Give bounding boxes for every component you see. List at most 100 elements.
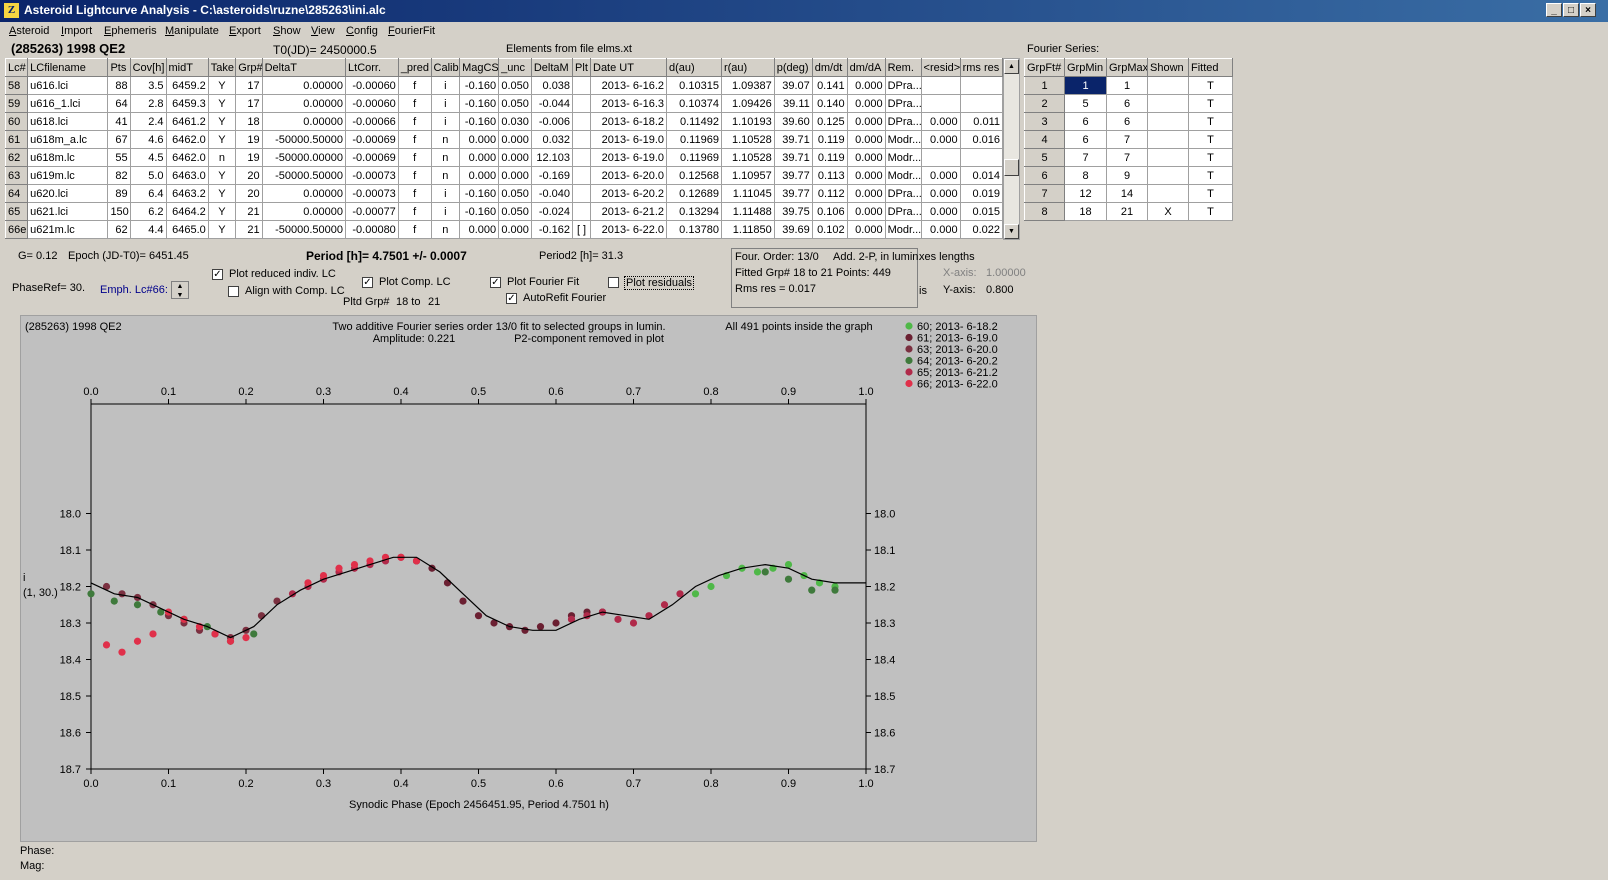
row-header-cell[interactable]: 59 [4, 94, 29, 113]
table-cell[interactable]: 150 [107, 202, 131, 221]
table-cell[interactable] [959, 76, 1004, 95]
row-header-cell[interactable]: 5 [1024, 148, 1065, 167]
row-header-cell[interactable]: 3 [1024, 112, 1065, 131]
data-point[interactable] [784, 561, 793, 569]
col-header[interactable]: Cov[h] [129, 58, 167, 77]
table-cell[interactable] [572, 148, 591, 167]
table-cell[interactable]: 21 [235, 202, 263, 221]
table-cell[interactable]: 2013- 6-19.0 [589, 130, 668, 149]
col-header[interactable]: Calib. [430, 58, 461, 77]
table-cell[interactable]: 12 [1064, 184, 1107, 203]
data-point[interactable] [521, 626, 529, 634]
data-point[interactable] [350, 561, 359, 569]
table-cell[interactable]: 0.000 [846, 130, 886, 149]
table-cell[interactable]: n [430, 148, 461, 167]
table-cell[interactable]: 8 [1064, 166, 1107, 185]
table-cell[interactable]: f [397, 94, 432, 113]
menu-import[interactable]: Import [61, 25, 92, 37]
table-cell[interactable]: -0.00069 [345, 130, 399, 149]
table-cell[interactable]: -0.162 [530, 220, 574, 239]
table-cell[interactable]: 82 [107, 166, 131, 185]
table-cell[interactable]: Y [207, 166, 237, 185]
table-cell[interactable]: 1.09426 [720, 94, 775, 113]
table-cell[interactable]: Y [207, 130, 237, 149]
table-cell[interactable]: u618m.lc [27, 148, 109, 167]
table-cell[interactable]: -0.00077 [345, 202, 399, 221]
table-cell[interactable]: u616_1.lci [27, 94, 109, 113]
col-header[interactable]: Lc# [4, 58, 29, 77]
maximize-button[interactable]: □ [1563, 3, 1579, 17]
table-cell[interactable]: f [397, 148, 432, 167]
table-cell[interactable]: 6463.2 [165, 184, 209, 203]
row-header-cell[interactable]: 58 [4, 76, 29, 95]
data-point[interactable] [118, 590, 126, 598]
table-cell[interactable]: 2013- 6-16.2 [589, 76, 668, 95]
table-cell[interactable]: 1.10957 [720, 166, 775, 185]
table-cell[interactable]: 3.5 [129, 76, 167, 95]
align-comp-checkbox[interactable] [228, 286, 239, 297]
table-cell[interactable]: 0.019 [959, 184, 1004, 203]
col-header[interactable]: LtCorr. [345, 58, 399, 77]
table-cell[interactable]: u621m.lc [27, 220, 109, 239]
table-cell[interactable]: Modr... [884, 130, 922, 149]
table-cell[interactable]: 9 [1106, 166, 1148, 185]
table-cell[interactable]: T [1188, 148, 1233, 167]
row-header-cell[interactable]: 64 [4, 184, 29, 203]
table-cell[interactable] [1147, 184, 1189, 203]
table-cell[interactable]: 6462.0 [165, 148, 209, 167]
table-cell[interactable]: f [397, 112, 432, 131]
table-cell[interactable]: T [1188, 184, 1233, 203]
table-cell[interactable]: 0.000 [846, 202, 886, 221]
data-point[interactable] [536, 623, 545, 631]
table-cell[interactable] [1147, 166, 1189, 185]
table-row[interactable]: 577T [1024, 148, 1233, 167]
spin-up-icon[interactable]: ▲ [172, 282, 188, 291]
table-cell[interactable]: Y [207, 184, 237, 203]
table-cell[interactable]: 6459.3 [165, 94, 209, 113]
table-cell[interactable]: X [1147, 202, 1189, 221]
table-cell[interactable] [572, 166, 591, 185]
table-cell[interactable]: 1 [1064, 76, 1107, 95]
table-cell[interactable]: 0.000 [846, 220, 886, 239]
table-cell[interactable]: 39.77 [773, 184, 813, 203]
table-cell[interactable]: 55 [107, 148, 131, 167]
table-cell[interactable]: T [1188, 112, 1233, 131]
table-cell[interactable] [572, 130, 591, 149]
table-cell[interactable]: 21 [235, 220, 263, 239]
table-cell[interactable]: 39.07 [773, 76, 813, 95]
table-row[interactable]: 111T [1024, 76, 1233, 95]
table-cell[interactable]: 0.102 [811, 220, 848, 239]
table-cell[interactable] [572, 202, 591, 221]
table-cell[interactable]: 1.09387 [720, 76, 775, 95]
table-cell[interactable]: 39.77 [773, 166, 813, 185]
table-cell[interactable]: 0.030 [498, 112, 532, 131]
table-cell[interactable]: 17 [235, 94, 263, 113]
table-cell[interactable]: 64 [107, 94, 131, 113]
table-cell[interactable]: 0.140 [811, 94, 848, 113]
table-cell[interactable]: -0.160 [459, 112, 500, 131]
menu-ephemeris[interactable]: Ephemeris [104, 25, 157, 37]
data-point[interactable] [118, 648, 126, 656]
table-cell[interactable]: 4.6 [129, 130, 167, 149]
data-point[interactable] [707, 582, 715, 591]
col-header[interactable]: LCfilename [27, 58, 109, 77]
scroll-thumb[interactable] [1004, 159, 1019, 176]
table-cell[interactable]: 7 [1064, 148, 1107, 167]
row-header-cell[interactable]: 7 [1024, 184, 1065, 203]
table-cell[interactable]: 20 [235, 184, 263, 203]
table-cell[interactable]: DPra... [884, 94, 922, 113]
table-cell[interactable]: 5 [1064, 94, 1107, 113]
col-header[interactable]: GrpMin [1064, 58, 1107, 77]
table-row[interactable]: 366T [1024, 112, 1233, 131]
table-cell[interactable]: -50000.50000 [261, 166, 347, 185]
col-header[interactable]: Date UT [589, 58, 668, 77]
table-vertical-scrollbar[interactable]: ▲ ▼ [1003, 58, 1020, 240]
spin-down-icon[interactable]: ▼ [172, 291, 188, 300]
col-header[interactable]: _unc [498, 58, 532, 77]
table-cell[interactable]: 0.11969 [666, 148, 722, 167]
table-cell[interactable]: Modr... [884, 166, 922, 185]
minimize-button[interactable]: _ [1546, 3, 1562, 17]
col-header[interactable]: Shown [1147, 58, 1189, 77]
table-cell[interactable]: 14 [1106, 184, 1148, 203]
data-point[interactable] [335, 564, 343, 572]
